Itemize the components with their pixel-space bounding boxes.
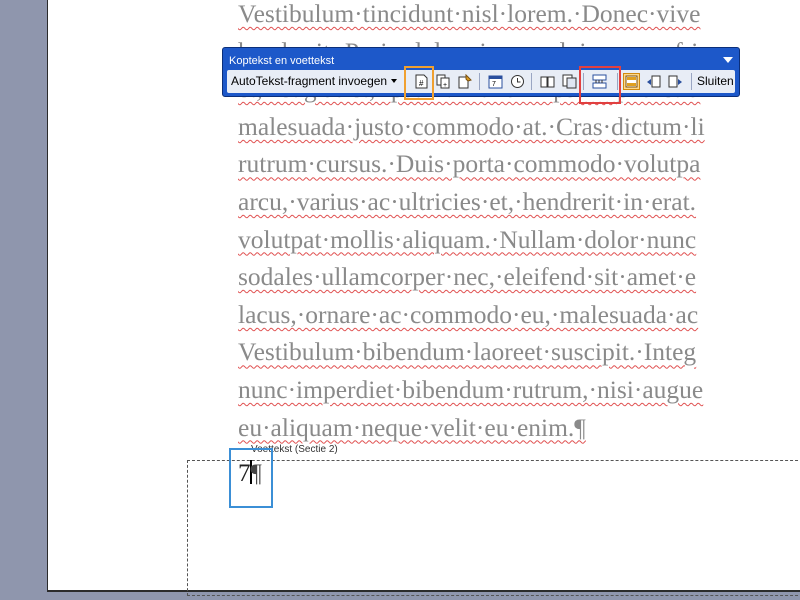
show-previous-icon[interactable] bbox=[645, 73, 662, 90]
chevron-down-icon bbox=[391, 79, 398, 83]
toolbar-separator bbox=[691, 73, 692, 90]
toolbar-body: AutoTekst-fragment invoegen # + 7 Sluite… bbox=[227, 70, 735, 93]
toolbar-title: Koptekst en voettekst bbox=[229, 55, 335, 67]
text-line: Vestibulum·bibendum·laoreet·suscipit.·In… bbox=[238, 337, 697, 367]
text-line: arcu,·varius·ac·ultricies·et,·hendrerit·… bbox=[238, 186, 697, 216]
same-as-previous-button-highlight bbox=[579, 66, 621, 104]
autotext-dropdown[interactable]: AutoTekst-fragment invoegen bbox=[231, 74, 398, 88]
toolbar-separator bbox=[479, 73, 480, 90]
text-line: rutrum·cursus.·Duis·porta·commodo·volutp… bbox=[238, 149, 701, 179]
toolbar-options-chevron-icon[interactable] bbox=[723, 57, 733, 63]
text-line: malesuada·justo·commodo·at.·Cras·dictum·… bbox=[238, 111, 705, 141]
footer-area[interactable] bbox=[187, 460, 800, 596]
text-line: sodales·ullamcorper·nec,·eleifend·sit·am… bbox=[238, 262, 697, 292]
clock-icon[interactable] bbox=[509, 73, 526, 90]
close-button[interactable]: Sluiten bbox=[697, 74, 734, 88]
show-next-icon[interactable] bbox=[667, 73, 684, 90]
svg-text:7: 7 bbox=[492, 81, 496, 88]
format-page-number-icon[interactable] bbox=[457, 73, 474, 90]
header-footer-toolbar: Koptekst en voettekst AutoTekst-fragment… bbox=[222, 47, 740, 97]
footer-page-number-highlight bbox=[229, 448, 273, 508]
text-line: lacus,·ornare·ac·commodo·eu,·malesuada·a… bbox=[238, 299, 699, 329]
page-setup-icon[interactable] bbox=[539, 73, 556, 90]
show-document-text-icon[interactable] bbox=[561, 73, 578, 90]
page-count-icon[interactable]: + bbox=[435, 73, 452, 90]
text-line: Vestibulum·tincidunt·nisl·lorem.·Donec·v… bbox=[238, 0, 701, 28]
text-line: volutpat·mollis·aliquam.·Nullam·dolor·nu… bbox=[238, 224, 697, 254]
text-line: eu·aliquam·neque·velit·eu·enim.¶ bbox=[238, 412, 586, 442]
toolbar-separator bbox=[531, 73, 532, 90]
date-icon[interactable]: 7 bbox=[487, 73, 504, 90]
autotext-dropdown-label: AutoTekst-fragment invoegen bbox=[231, 74, 388, 88]
svg-text:+: + bbox=[443, 82, 447, 89]
page-number-button-highlight bbox=[404, 66, 434, 100]
text-line: nunc·imperdiet·bibendum·rutrum,·nisi·aug… bbox=[238, 374, 704, 404]
switch-header-footer-icon[interactable] bbox=[623, 73, 640, 90]
